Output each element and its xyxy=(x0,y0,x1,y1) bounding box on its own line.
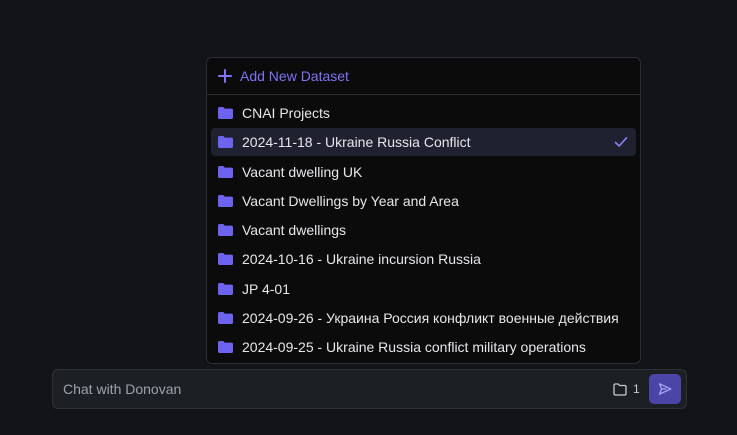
dataset-item-label: 2024-10-16 - Ukraine incursion Russia xyxy=(242,251,481,268)
dataset-item-label: 2024-11-18 - Ukraine Russia Conflict xyxy=(242,134,471,151)
add-new-dataset-button[interactable]: Add New Dataset xyxy=(207,58,640,95)
folder-icon xyxy=(218,253,233,266)
dataset-item[interactable]: Vacant dwelling UK xyxy=(211,158,636,186)
folder-outline-icon xyxy=(613,382,627,396)
dataset-item-label: Vacant dwellings xyxy=(242,222,347,238)
chat-input[interactable] xyxy=(53,370,593,408)
folder-icon xyxy=(218,282,233,295)
send-button[interactable] xyxy=(649,374,681,404)
dataset-item[interactable]: 2024-09-25 - Ukraine Russia conflict mil… xyxy=(211,333,636,361)
dataset-dropdown: Add New Dataset CNAI Projects 2024-11-18… xyxy=(206,57,641,364)
folder-icon xyxy=(218,165,233,178)
folder-icon xyxy=(218,194,233,207)
dataset-item[interactable]: Vacant dwellings xyxy=(211,216,636,244)
dataset-item[interactable]: CNAI Projects xyxy=(211,99,636,127)
send-icon xyxy=(658,383,672,395)
dataset-item-label: CNAI Projects xyxy=(242,105,330,121)
add-new-dataset-label: Add New Dataset xyxy=(240,68,349,84)
dataset-item-label: Vacant dwelling UK xyxy=(242,163,363,180)
dataset-item[interactable]: 2024-09-26 - Украина Россия конфликт вое… xyxy=(211,304,636,332)
dataset-count: 1 xyxy=(633,382,640,396)
check-icon xyxy=(614,137,628,148)
folder-icon xyxy=(218,136,233,149)
folder-icon xyxy=(218,107,233,119)
dataset-list: CNAI Projects 2024-11-18 - Ukraine Russi… xyxy=(207,95,640,361)
dataset-item[interactable]: Vacant Dwellings by Year and Area xyxy=(211,187,636,215)
folder-icon xyxy=(218,341,233,353)
chat-bar: 1 xyxy=(52,369,687,409)
dataset-item[interactable]: 2024-10-16 - Ukraine incursion Russia xyxy=(211,245,636,273)
dataset-item-label: Vacant Dwellings by Year and Area xyxy=(242,192,459,209)
dataset-item-selected[interactable]: 2024-11-18 - Ukraine Russia Conflict xyxy=(211,128,636,157)
dataset-item-label: JP 4-01 xyxy=(242,280,290,297)
app-screen: Add New Dataset CNAI Projects 2024-11-18… xyxy=(0,0,737,435)
folder-icon xyxy=(218,311,233,324)
dataset-item[interactable]: JP 4-01 xyxy=(211,275,636,303)
folder-icon xyxy=(218,224,233,236)
dataset-item-label: 2024-09-26 - Украина Россия конфликт вое… xyxy=(242,309,619,326)
plus-icon xyxy=(218,69,232,83)
dataset-item-label: 2024-09-25 - Ukraine Russia conflict mil… xyxy=(242,339,586,355)
dataset-count-button[interactable]: 1 xyxy=(613,381,640,397)
